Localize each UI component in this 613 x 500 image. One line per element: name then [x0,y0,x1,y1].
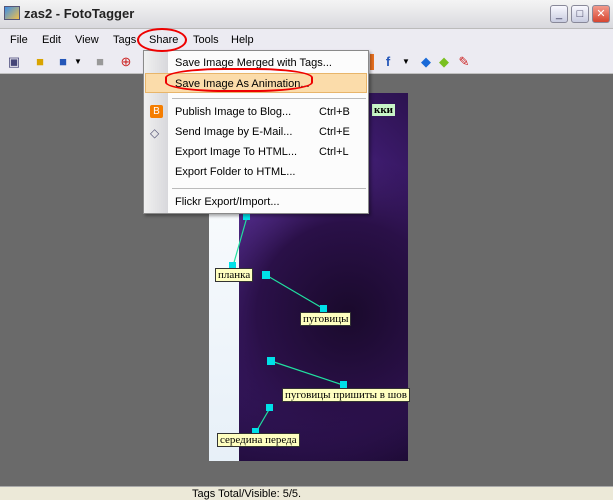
menu-item-export-folder[interactable]: Export Folder to HTML... [145,162,367,182]
tag-label[interactable]: пуговицы пришиты в шов [282,388,410,402]
tag-anchor [267,357,275,365]
tag-label[interactable]: середина переда [217,433,300,447]
menu-item-label: Publish Image to Blog... [175,106,292,118]
annotation-circle-animation [165,68,313,92]
menu-item-label: Export Image To HTML... [175,146,298,158]
menu-item-label: Export Folder to HTML... [175,166,296,178]
menu-item-export-html[interactable]: Export Image To HTML... Ctrl+L [145,142,367,162]
menu-separator [172,98,366,99]
tag-anchor [340,381,347,388]
tag-label[interactable]: планка [215,268,254,282]
tag-line [232,216,248,267]
blogger-icon: B [150,105,163,118]
tag-line [270,360,344,386]
tag-anchor [243,213,250,220]
tag-line [265,274,325,310]
tag-label[interactable]: пуговицы [300,312,352,326]
menu-item-shortcut: Ctrl+E [319,126,350,138]
status-text: Tags Total/Visible: 5/5. [192,488,302,500]
menu-item-label: Send Image by E-Mail... [175,126,293,138]
status-bar: Tags Total/Visible: 5/5. [0,486,613,500]
menu-item-shortcut: Ctrl+L [319,146,349,158]
menu-item-send-email[interactable]: ◇ Send Image by E-Mail... Ctrl+E [145,122,367,142]
tag-anchor [262,271,270,279]
menu-item-flickr[interactable]: Flickr Export/Import... [145,192,367,212]
annotation-circle-share [137,28,187,52]
tag-anchor [266,404,273,411]
menu-item-publish-blog[interactable]: B Publish Image to Blog... Ctrl+B [145,102,367,122]
menu-item-label: Flickr Export/Import... [175,196,280,208]
tag-anchor [320,305,327,312]
email-tag-icon: ◇ [150,126,160,140]
menu-separator [172,188,366,189]
tag-label[interactable]: кки [372,104,396,116]
menu-item-shortcut: Ctrl+B [319,106,350,118]
